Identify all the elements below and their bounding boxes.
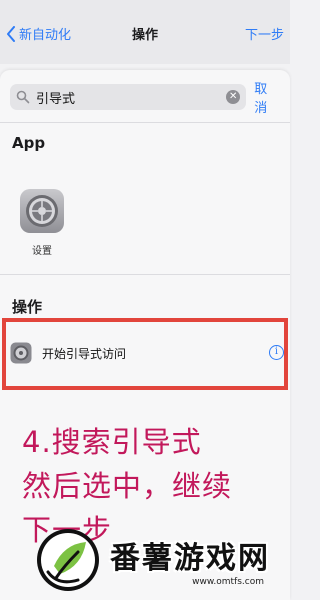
info-icon[interactable]: i [269,345,284,360]
search-value: 引导式 [36,91,76,107]
action-row-guided-access[interactable]: 开始引导式访问 i [10,340,286,366]
watermark-name: 番薯游戏网 [110,541,270,576]
settings-gear-icon [10,342,32,364]
divider [0,122,290,123]
watermark-brand: 番薯游戏网 www.omtfs.com [110,533,270,587]
caption-line-2: 然后选中，继续 [22,469,233,503]
clear-icon[interactable]: ✕ [226,90,241,104]
app-tile-settings[interactable]: 设置 [18,188,66,257]
section-title-actions: 操作 [12,298,43,316]
navigation-bar: 新自动化 操作 下一步 [0,0,290,64]
section-title-app: App [12,134,46,152]
search-input[interactable]: 引导式 ✕ [10,84,247,110]
caption-line-1: 4.搜索引导式 [22,425,202,459]
watermark-url: www.omtfs.com [192,577,264,587]
cancel-button[interactable]: 取消 [254,78,280,116]
divider [0,274,290,275]
action-label: 开始引导式访问 [42,346,127,361]
app-tile-label: 设置 [32,246,52,257]
search-row: 引导式 ✕ 取消 [10,82,280,116]
next-button[interactable]: 下一步 [245,24,284,43]
watermark: 番薯游戏网 www.omtfs.com [34,520,290,600]
settings-gear-icon [20,189,64,233]
sweet-potato-logo-icon [37,529,99,591]
search-icon [16,90,30,104]
